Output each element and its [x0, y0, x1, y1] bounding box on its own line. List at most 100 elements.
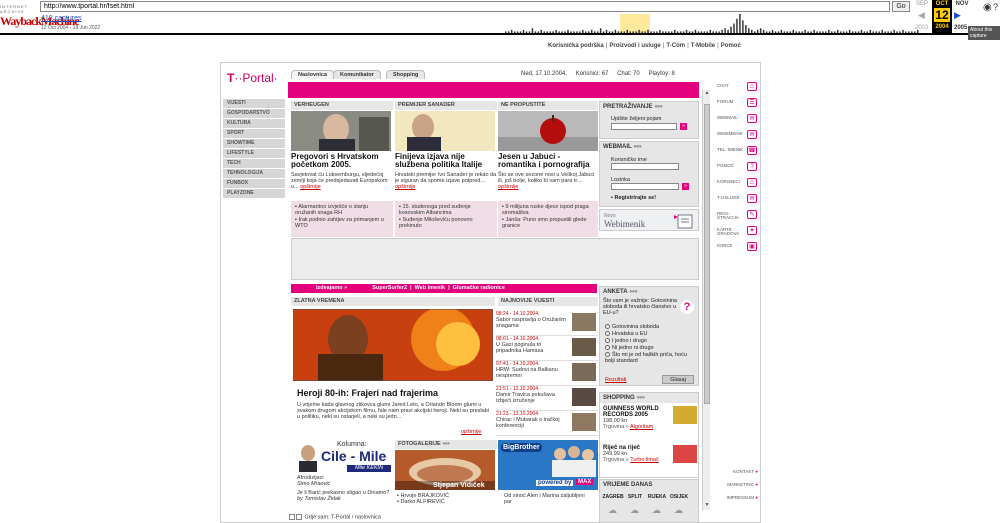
- histogram-bar[interactable]: [570, 31, 572, 33]
- najnovije-head[interactable]: NAJNOVIJE VIJESTI: [498, 297, 598, 306]
- histogram-bar[interactable]: [721, 29, 723, 33]
- histogram-bar[interactable]: [644, 31, 646, 33]
- webmenik-banner[interactable]: Novo Webimenik: [599, 209, 699, 231]
- histogram-bar[interactable]: [525, 31, 528, 33]
- histogram-bar[interactable]: [585, 31, 587, 33]
- histogram-bar[interactable]: [872, 31, 875, 33]
- histogram-bar[interactable]: [866, 31, 869, 33]
- user-icon[interactable]: ◉: [983, 2, 992, 13]
- wayback-go-button[interactable]: Go: [892, 1, 910, 12]
- histogram-bar[interactable]: [617, 31, 620, 33]
- left-nav-item[interactable]: TEHNOLOGIJA: [223, 169, 285, 178]
- poll-option[interactable]: Hrvatska u EU: [605, 331, 693, 338]
- poll-option[interactable]: Što mi je od haških priča, hoću bolji st…: [605, 352, 693, 364]
- histogram-bar[interactable]: [783, 31, 786, 33]
- histogram-bar[interactable]: [845, 31, 848, 33]
- histogram-bar[interactable]: [789, 31, 792, 33]
- wayback-month-next[interactable]: NOV: [953, 1, 971, 7]
- histogram-bar[interactable]: [908, 31, 910, 33]
- histogram-bar[interactable]: [828, 29, 830, 33]
- zlatna-photo[interactable]: [293, 309, 493, 381]
- left-nav-item[interactable]: VIJESTI: [223, 99, 285, 108]
- latest-news-item[interactable]: 07:41 - 14.10.2004. HRW: Sudovi na Balkan…: [496, 361, 598, 386]
- histogram-bar[interactable]: [662, 31, 664, 33]
- histogram-bar[interactable]: [831, 31, 833, 33]
- histogram-bar[interactable]: [623, 31, 626, 33]
- histogram-bar[interactable]: [653, 31, 655, 33]
- histogram-bar[interactable]: [878, 31, 880, 33]
- histogram-bar[interactable]: [896, 31, 898, 33]
- shop-item[interactable]: Riječ na riječ 249,99 kn Trgovina » Turb…: [603, 445, 697, 463]
- bigbrother-banner[interactable]: BigBrother powered by MAX: [498, 440, 598, 490]
- histogram-bar[interactable]: [786, 31, 789, 33]
- histogram-bar[interactable]: [650, 31, 652, 33]
- news-title-1[interactable]: Pregovori s Hrvatskom početkom 2005.: [291, 153, 393, 169]
- status-chat[interactable]: Chat: 70: [617, 71, 640, 77]
- histogram-bar[interactable]: [537, 31, 540, 33]
- news-head-2[interactable]: PREMIJER SANADER: [395, 101, 497, 110]
- top-link[interactable]: Pomoć: [721, 43, 741, 49]
- histogram-bar[interactable]: [807, 31, 809, 33]
- top-link[interactable]: T-Com: [666, 43, 685, 49]
- highlight-web-imenik[interactable]: Web imenik: [415, 285, 445, 291]
- histogram-bar[interactable]: [857, 31, 860, 33]
- news-link[interactable]: ▪ Janša: Puno smo propustili glede grani…: [502, 217, 595, 229]
- zlatna-title[interactable]: Heroji 80-ih: Frajeri nad frajerima: [297, 388, 438, 398]
- histogram-bar[interactable]: [688, 31, 691, 33]
- histogram-bar[interactable]: [546, 31, 548, 33]
- fotogal-link[interactable]: ▪ Darko ALFIREVIĆ: [397, 499, 449, 505]
- poll-vote-button[interactable]: Glasaj: [662, 375, 694, 384]
- fotogal-head[interactable]: FOTOGALERIJE ●●●: [395, 440, 497, 449]
- histogram-bar[interactable]: [825, 31, 827, 33]
- bigbrother-text[interactable]: Od sinoć Alen i Marina zaljubljeni par: [504, 493, 594, 505]
- right-bottom-link[interactable]: KONTAKT ●: [720, 469, 758, 474]
- poll-option[interactable]: I jedno i drugo: [605, 338, 693, 345]
- histogram-bar[interactable]: [694, 29, 697, 33]
- histogram-bar[interactable]: [519, 31, 522, 33]
- histogram-bar[interactable]: [798, 31, 800, 33]
- histogram-bar[interactable]: [863, 31, 866, 33]
- histogram-bar[interactable]: [736, 18, 738, 33]
- histogram-bar[interactable]: [671, 31, 673, 33]
- histogram-bar[interactable]: [739, 14, 741, 33]
- histogram-bar[interactable]: [706, 31, 709, 33]
- news-photo-apple[interactable]: [498, 111, 598, 151]
- histogram-bar[interactable]: [860, 29, 863, 33]
- histogram-bar[interactable]: [611, 31, 614, 33]
- news-head-3[interactable]: NE PROPUSTITE: [498, 101, 598, 110]
- histogram-bar[interactable]: [555, 29, 557, 33]
- left-nav-item[interactable]: FUNBOX: [223, 179, 285, 188]
- radio-icon[interactable]: [605, 352, 610, 358]
- histogram-bar[interactable]: [887, 31, 889, 33]
- histogram-bar[interactable]: [665, 31, 667, 33]
- latest-news-item[interactable]: 08:01 - 14.10.2004. U Gazi poginula tri p…: [496, 336, 598, 361]
- news-title-2[interactable]: Finijeva izjava nije službena politika I…: [395, 153, 497, 169]
- right-nav-item[interactable]: IGRICE ▣: [715, 242, 757, 252]
- right-nav-item[interactable]: T-USLUGE ✉: [715, 194, 757, 204]
- histogram-bar[interactable]: [837, 29, 839, 33]
- histogram-bar[interactable]: [893, 29, 895, 33]
- histogram-bar[interactable]: [614, 29, 617, 33]
- histogram-bar[interactable]: [771, 29, 774, 33]
- right-nav-item[interactable]: REGI-STRACIJA ✎: [715, 210, 757, 220]
- username-input[interactable]: [611, 163, 679, 170]
- histogram-bar[interactable]: [765, 31, 768, 33]
- histogram-bar[interactable]: [911, 31, 913, 33]
- histogram-bar[interactable]: [679, 31, 682, 33]
- histogram-bar[interactable]: [748, 28, 750, 33]
- histogram-bar[interactable]: [549, 31, 551, 33]
- histogram-bar[interactable]: [804, 29, 806, 33]
- scroll-thumb[interactable]: [704, 104, 710, 404]
- histogram-bar[interactable]: [875, 31, 878, 33]
- histogram-bar[interactable]: [745, 25, 747, 33]
- left-nav-item[interactable]: LIFESTYLE: [223, 149, 285, 158]
- histogram-bar[interactable]: [629, 31, 631, 33]
- histogram-bar[interactable]: [558, 31, 560, 33]
- kolumna-link-2[interactable]: Je li Barić prekasno stigao u Dinamo? by…: [297, 490, 393, 502]
- left-nav-item[interactable]: SHOWTIME: [223, 139, 285, 148]
- histogram-bar[interactable]: [819, 31, 821, 33]
- histogram-bar[interactable]: [733, 23, 735, 34]
- histogram-bar[interactable]: [834, 31, 836, 33]
- top-link[interactable]: T-Mobile: [691, 43, 715, 49]
- histogram-bar[interactable]: [579, 31, 581, 33]
